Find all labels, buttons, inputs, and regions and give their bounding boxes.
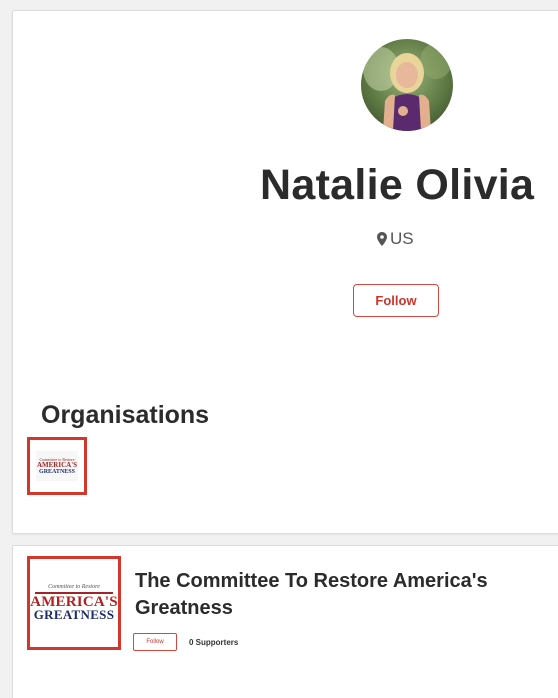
organisation-follow-button[interactable]: Follow [133, 633, 177, 651]
location-text: US [390, 229, 414, 248]
organisation-logo[interactable]: Committee to Restore AMERICA'S GREATNESS [27, 556, 121, 650]
avatar-photo [361, 39, 453, 131]
profile-name: Natalie Olivia [260, 161, 535, 209]
map-pin-icon [377, 232, 387, 246]
organisation-thumbnail[interactable]: Committee to Restore AMERICA'S GREATNESS [27, 437, 87, 495]
logo-line-1: Committee to Restore [48, 583, 100, 590]
organisations-heading: Organisations [41, 401, 210, 429]
supporters-count: 0 Supporters [189, 637, 239, 647]
america-greatness-logo: Committee to Restore AMERICA'S GREATNESS [30, 583, 118, 623]
location: US [377, 229, 414, 249]
organisation-meta: Follow 0 Supporters [133, 633, 238, 651]
page: Natalie Olivia US Follow Organisations C… [0, 0, 558, 698]
follow-button[interactable]: Follow [353, 284, 439, 317]
organisation-name[interactable]: The Committee To Restore America's Great… [135, 568, 555, 622]
profile-card: Natalie Olivia US Follow Organisations C… [12, 10, 558, 534]
avatar[interactable] [361, 39, 453, 131]
america-greatness-logo: Committee to Restore AMERICA'S GREATNESS [36, 451, 78, 481]
logo-line-3: GREATNESS [33, 607, 115, 623]
logo-line-2: AMERICA'S [36, 460, 78, 469]
organisation-card: Committee to Restore AMERICA'S GREATNESS… [12, 545, 558, 698]
logo-line-3: GREATNESS [39, 468, 75, 475]
